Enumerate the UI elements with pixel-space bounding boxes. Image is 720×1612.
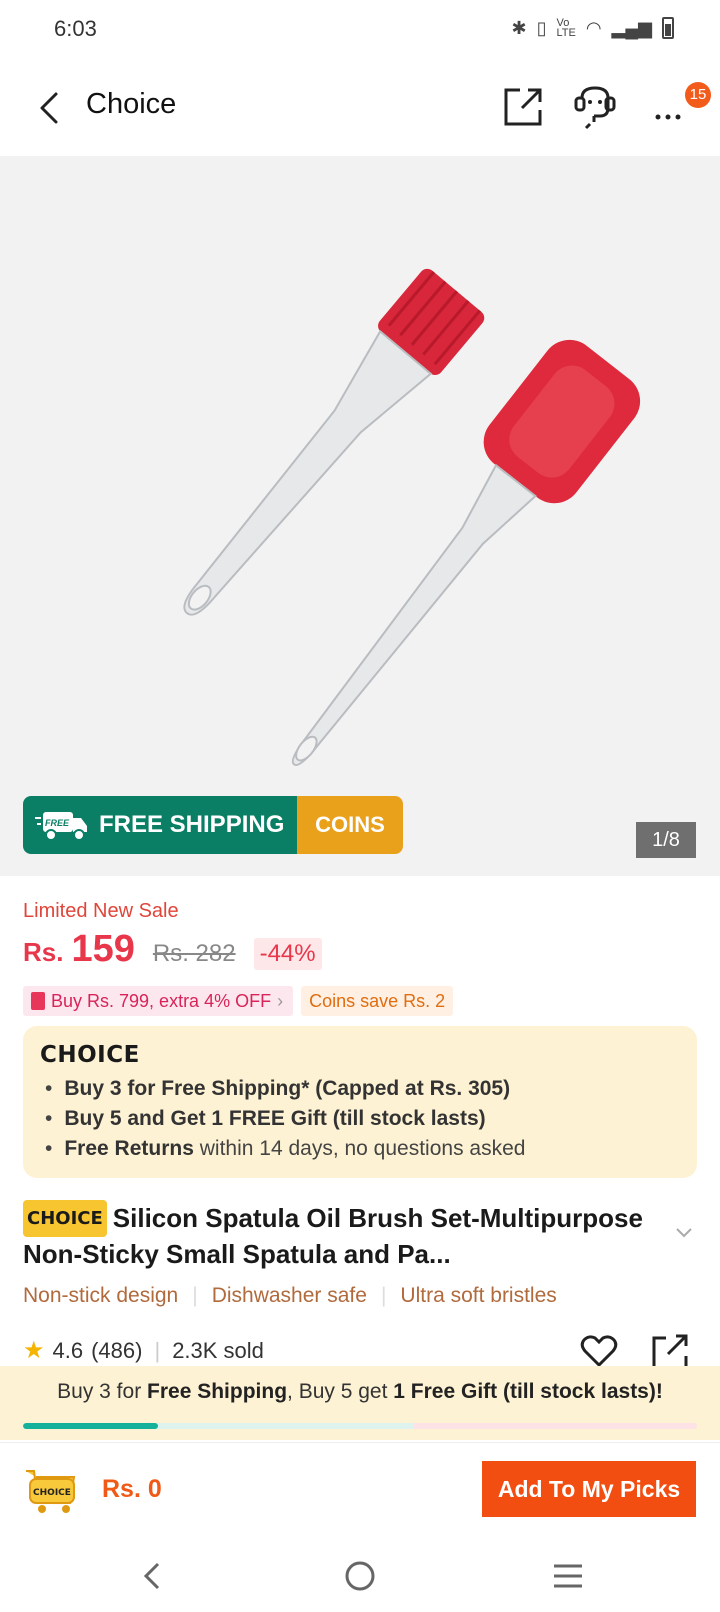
review-count: (486) — [91, 1337, 143, 1363]
bundle-progress-bar — [23, 1423, 697, 1429]
chevron-down-icon[interactable] — [674, 1226, 694, 1240]
benefit-item: Buy 5 and Get 1 FREE Gift (till stock la… — [45, 1104, 525, 1134]
choice-benefits-box[interactable]: CHOICE Buy 3 for Free Shipping* (Capped … — [23, 1026, 697, 1178]
choice-benefits-list: Buy 3 for Free Shipping* (Capped at Rs. … — [45, 1074, 525, 1164]
nav-back-icon[interactable] — [134, 1556, 174, 1596]
bundle-progress-fill — [23, 1423, 158, 1429]
free-shipping-label-block: FREE FREE SHIPPING — [23, 796, 297, 854]
notification-badge: 15 — [685, 82, 711, 108]
rating-divider: | — [154, 1337, 161, 1363]
nav-home-icon[interactable] — [340, 1556, 380, 1596]
free-shipping-coins-banner: FREE FREE SHIPPING COINS — [23, 796, 403, 854]
product-image — [183, 268, 641, 766]
benefit-item: Buy 3 for Free Shipping* (Capped at Rs. … — [45, 1074, 525, 1104]
delivery-truck-icon: FREE — [35, 812, 87, 841]
nav-recents-icon[interactable] — [548, 1556, 588, 1596]
signal-icon: ▂▄▆ — [611, 17, 652, 38]
status-icons: ✱ ▯ Vo LTE ◠ ▂▄▆ — [511, 17, 674, 39]
add-to-my-picks-button[interactable]: Add To My Picks — [482, 1461, 696, 1517]
chevron-right-icon: › — [277, 990, 284, 1011]
page-title: Choice — [86, 88, 177, 120]
product-page: 6:03 ✱ ▯ Vo LTE ◠ ▂▄▆ Choice 15 FREE FRE… — [0, 0, 720, 1612]
customer-service-icon[interactable] — [572, 84, 618, 130]
product-title-text: Silicon Spatula Oil Brush Set-Multipurpo… — [23, 1203, 643, 1269]
feature-tags: Non-stick design | Dishwasher safe | Ult… — [23, 1284, 557, 1308]
product-image-gallery[interactable]: FREE FREE SHIPPING COINS 1/8 — [0, 156, 720, 876]
coupon-row: Buy Rs. 799, extra 4% OFF › Coins save R… — [23, 986, 454, 1016]
feature-divider: | — [192, 1284, 198, 1307]
feature-divider: | — [380, 1284, 387, 1307]
benefit-item: Free Returns within 14 days, no question… — [45, 1134, 525, 1164]
coins-label: COINS — [297, 796, 403, 854]
coins-save-badge: Coins save Rs. 2 — [301, 986, 454, 1016]
star-icon: ★ — [23, 1337, 45, 1364]
share-icon[interactable] — [500, 84, 546, 130]
bottom-action-bar: CHOICE Rs. 0 Add To My Picks — [0, 1442, 720, 1536]
choice-chip: CHOICE — [23, 1200, 107, 1237]
price-row: Rs. 159 Rs. 282 -44% — [23, 928, 322, 971]
price-currency: Rs. — [23, 937, 64, 967]
feature-tag: Ultra soft bristles — [400, 1284, 557, 1307]
wifi-icon: ◠ — [585, 17, 602, 38]
rating-row[interactable]: ★ 4.6 (486) | 2.3K sold — [23, 1336, 264, 1365]
sold-count: 2.3K sold — [172, 1337, 264, 1363]
status-bar: 6:03 ✱ ▯ Vo LTE ◠ ▂▄▆ — [0, 0, 720, 60]
feature-tag: Dishwasher safe — [211, 1284, 367, 1307]
top-header: Choice 15 — [0, 70, 720, 146]
product-title[interactable]: CHOICE Silicon Spatula Oil Brush Set-Mult… — [23, 1200, 683, 1272]
choice-logo: CHOICE — [40, 1042, 140, 1068]
limited-sale-label: Limited New Sale — [23, 900, 179, 922]
bundle-promo-bar[interactable]: Buy 3 for Free Shipping, Buy 5 get 1 Fre… — [0, 1366, 720, 1440]
bundle-promo-text: Buy 3 for Free Shipping, Buy 5 get 1 Fre… — [57, 1380, 663, 1403]
current-price: 159 — [71, 928, 135, 970]
free-tag-text: FREE — [45, 818, 70, 828]
system-nav-bar — [0, 1536, 720, 1612]
bluetooth-icon: ✱ — [511, 17, 527, 38]
discount-badge: -44% — [253, 938, 322, 970]
volte-icon: Vo LTE — [556, 17, 576, 39]
free-shipping-text: FREE SHIPPING — [99, 811, 285, 838]
coupon-text: Buy Rs. 799, extra 4% OFF — [51, 990, 272, 1011]
rating-value: 4.6 — [52, 1337, 84, 1363]
coupon-tag-icon — [31, 992, 45, 1010]
picks-total: Rs. 0 — [102, 1475, 162, 1503]
back-arrow-icon[interactable] — [30, 86, 74, 130]
feature-tag: Non-stick design — [23, 1284, 179, 1307]
wishlist-heart-icon[interactable] — [580, 1334, 618, 1368]
extra-off-coupon[interactable]: Buy Rs. 799, extra 4% OFF › — [23, 986, 294, 1016]
choice-cart-icon[interactable]: CHOICE — [22, 1463, 78, 1515]
image-counter: 1/8 — [636, 822, 696, 858]
status-time: 6:03 — [54, 16, 97, 41]
share-icon[interactable] — [650, 1334, 690, 1370]
vibrate-icon: ▯ — [536, 17, 547, 38]
cart-label-text: CHOICE — [33, 1488, 71, 1498]
battery-icon — [662, 17, 674, 39]
original-price: Rs. 282 — [152, 940, 236, 967]
